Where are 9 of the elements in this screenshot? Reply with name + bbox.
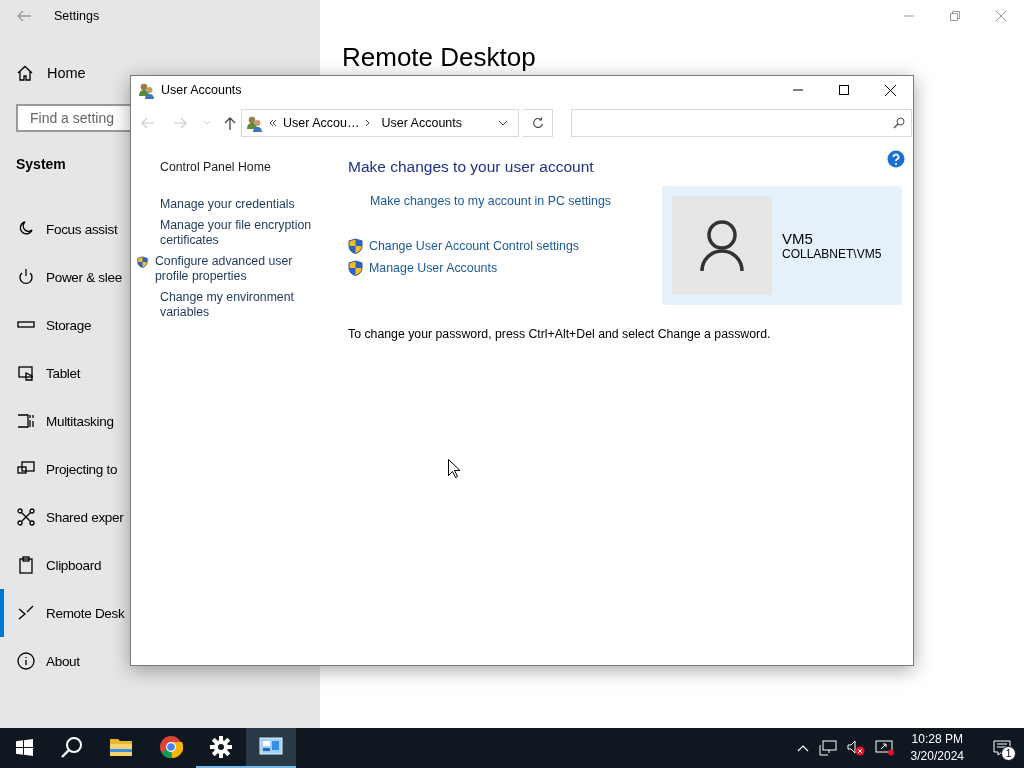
window-title: Settings: [54, 9, 100, 23]
account-name: COLLABNET\VM5: [782, 247, 882, 261]
section-title: System: [16, 156, 66, 172]
dialog-title: User Accounts: [161, 83, 242, 97]
page-title: Remote Desktop: [342, 42, 536, 72]
notification-count: 1: [1001, 746, 1016, 761]
user-name: VM5: [782, 230, 814, 247]
section-heading: Make changes to your user account: [348, 158, 595, 177]
password-note: To change your password, press Ctrl+Alt+Del and select Change a password.: [348, 327, 772, 341]
